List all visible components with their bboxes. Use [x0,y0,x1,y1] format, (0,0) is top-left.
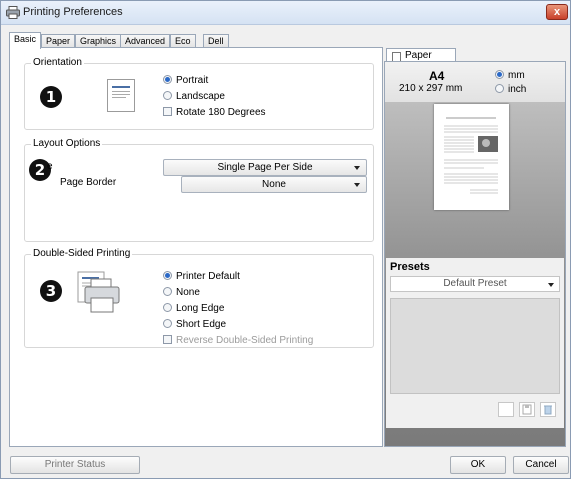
layout-type-label: e [47,161,53,172]
radio-indicator [495,70,504,79]
chevron-down-icon [354,183,360,187]
tab-advanced[interactable]: Advanced [120,34,171,48]
paper-info-box: A4 210 x 297 mm mm inch [385,62,565,102]
double-sided-printing-group: Double-Sided Printing 3 Printer Default … [24,248,374,348]
tab-graphics[interactable]: Graphics [75,34,122,48]
printer-status-button[interactable]: Printer Status [10,456,140,474]
step-1-badge: 1 [40,86,62,108]
checkbox-indicator [163,107,172,116]
printer-default-radio[interactable]: Printer Default [163,271,240,284]
portrait-page-icon [107,79,135,112]
unit-inch-label: inch [508,84,527,95]
tab-dell[interactable]: Dell [203,34,229,48]
landscape-radio[interactable]: Landscape [163,91,225,104]
long-edge-radio[interactable]: Long Edge [163,303,224,316]
page-border-dropdown[interactable]: None [181,176,367,193]
preset-value: Default Preset [443,278,507,289]
layout-options-group-label: Layout Options [31,138,103,149]
tab-paper[interactable]: Paper [41,34,76,48]
page-border-value: None [262,179,286,190]
presets-title: Presets [390,261,430,273]
step-3-badge: 3 [40,280,62,302]
reverse-duplex-label: Reverse Double-Sided Printing [176,335,314,346]
radio-indicator [163,303,172,312]
delete-preset-icon[interactable] [540,402,556,417]
paper-preview-tab-label: Paper [405,50,432,61]
duplex-none-label: None [176,287,200,298]
preset-list[interactable] [390,298,560,394]
layout-options-group: Layout Options 2 e Page Border Single Pa… [24,138,374,242]
new-preset-icon[interactable] [498,402,514,417]
preset-dropdown[interactable]: Default Preset [390,276,560,292]
duplex-none-radio[interactable]: None [163,287,200,300]
radio-indicator [163,271,172,280]
printer-default-label: Printer Default [176,271,240,282]
paper-preview-panel: A4 210 x 297 mm mm inch Presets Default … [384,61,566,447]
portrait-radio[interactable]: Portrait [163,75,208,88]
unit-mm-label: mm [508,70,525,81]
radio-indicator [163,91,172,100]
landscape-label: Landscape [176,91,225,102]
short-edge-label: Short Edge [176,319,227,330]
printer-app-icon [6,6,20,19]
radio-indicator [495,84,504,93]
printing-preferences-window: Printing Preferences x Basic Paper Graph… [0,0,571,479]
page-preview [434,104,509,210]
radio-indicator [163,287,172,296]
radio-indicator [163,319,172,328]
close-button[interactable]: x [546,4,568,20]
save-preset-icon[interactable] [519,402,535,417]
portrait-label: Portrait [176,75,209,86]
tab-basic[interactable]: Basic [9,32,42,49]
layout-type-value: Single Page Per Side [217,162,313,173]
double-sided-group-label: Double-Sided Printing [31,248,133,259]
short-edge-radio[interactable]: Short Edge [163,319,226,332]
window-title: Printing Preferences [23,6,123,18]
duplex-printer-icon [77,271,120,313]
unit-inch-radio[interactable]: inch [495,84,526,97]
presets-section: Presets Default Preset [386,258,564,428]
radio-indicator [163,75,172,84]
paper-size: A4 [429,69,445,83]
ok-button[interactable]: OK [450,456,506,474]
save-icon [522,404,532,415]
paper-dimensions: 210 x 297 mm [399,83,463,94]
page-border-label: Page Border [60,177,117,188]
basic-tab-panel: Orientation 1 Portrait Landscape Rotate … [9,47,383,447]
reverse-duplex-checkbox[interactable]: Reverse Double-Sided Printing [163,335,313,348]
orientation-group: Orientation 1 Portrait Landscape Rotate … [24,57,374,130]
checkbox-indicator [163,335,172,344]
tab-eco[interactable]: Eco [170,34,196,48]
orientation-group-label: Orientation [31,57,84,68]
chevron-down-icon [548,283,554,287]
preview-content-graphic [444,117,498,194]
chevron-down-icon [354,166,360,170]
long-edge-label: Long Edge [176,303,225,314]
trash-icon [544,405,552,415]
rotate-180-checkbox[interactable]: Rotate 180 Degrees [163,107,266,120]
layout-type-dropdown[interactable]: Single Page Per Side [163,159,367,176]
title-bar: Printing Preferences x [1,1,570,25]
cancel-button[interactable]: Cancel [513,456,569,474]
rotate-180-label: Rotate 180 Degrees [176,107,266,118]
unit-mm-radio[interactable]: mm [495,70,525,83]
